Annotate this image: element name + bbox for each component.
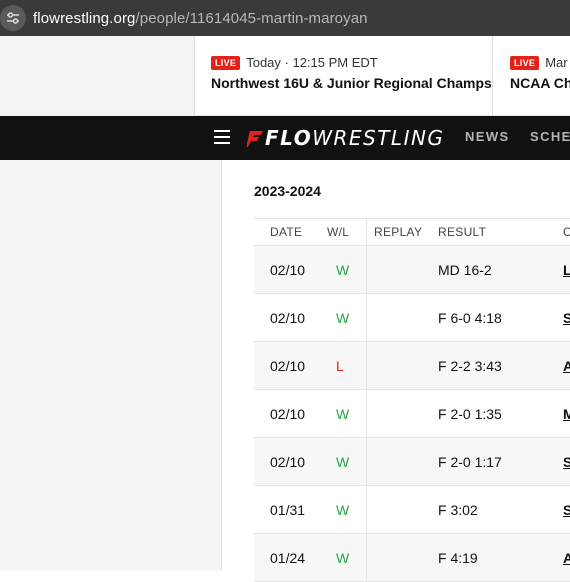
table-row[interactable]: 02/10 L F 2-2 3:43 A [254,342,570,390]
column-header-wl: W/L [327,225,350,239]
live-badge: LIVE [510,55,540,70]
flo-logo-mark-icon [247,131,263,147]
logo-bold-text: FLO [265,126,313,150]
url-host: flowrestling.org [33,9,136,27]
match-results-table: DATE W/L REPLAY RESULT O 02/10 W MD 16-2 L 0… [254,218,570,582]
tune-icon [7,12,19,24]
match-date: 02/10 [270,310,306,326]
nav-link-schedule[interactable]: SCHEI [530,129,570,144]
opponent-link[interactable]: A [563,358,570,374]
table-row[interactable]: 01/31 W F 3:02 S [254,486,570,534]
logo-light-text: WRESTLING [312,126,445,150]
table-row[interactable]: 02/10 W MD 16-2 L [254,246,570,294]
column-header-opponent: O [563,225,570,239]
match-date: 02/10 [270,262,306,278]
site-info-button[interactable] [0,5,26,31]
match-outcome: W [336,310,350,326]
event-title: Northwest 16U & Junior Regional Champs [211,75,492,91]
match-outcome: W [336,502,350,518]
column-header-result: RESULT [438,225,487,239]
match-outcome: W [336,454,350,470]
ticker-event-card[interactable]: LIVE Mar : NCAA Cha [510,36,570,116]
match-result: F 4:19 [438,550,478,566]
table-header-row: DATE W/L REPLAY RESULT O [254,219,570,246]
opponent-link[interactable]: A [563,550,570,566]
opponent-link[interactable]: M [563,406,570,422]
season-heading: 2023-2024 [254,183,321,199]
match-result: F 2-0 1:17 [438,454,502,470]
match-outcome: L [336,358,344,374]
ticker-spacer [0,36,195,116]
event-title: NCAA Cha [510,75,570,91]
browser-address-bar[interactable]: flowrestling.org/people/11614045-martin-… [0,0,570,36]
match-date: 02/10 [270,358,306,374]
opponent-link[interactable]: S [563,502,570,518]
live-badge: LIVE [211,55,241,70]
hamburger-menu-icon[interactable] [214,130,230,144]
table-row[interactable]: 02/10 W F 6-0 4:18 S [254,294,570,342]
site-navbar: FLOWRESTLING NEWS SCHEI [0,116,570,160]
match-result: MD 16-2 [438,262,492,278]
table-row[interactable]: 02/10 W F 2-0 1:35 M [254,390,570,438]
left-sidebar [0,160,222,570]
match-result: F 2-2 3:43 [438,358,502,374]
flowrestling-logo[interactable]: FLOWRESTLING [247,126,444,150]
url-text[interactable]: flowrestling.org/people/11614045-martin-… [33,10,368,27]
event-time: Mar : [545,55,570,70]
match-outcome: W [336,262,350,278]
column-header-date: DATE [270,225,303,239]
opponent-link[interactable]: S [563,310,570,326]
url-path: /people/11614045-martin-maroyan [135,9,368,27]
column-header-replay: REPLAY [374,225,423,239]
match-date: 01/31 [270,502,306,518]
opponent-link[interactable]: S [563,454,570,470]
event-time: Today · 12:15 PM EDT [246,55,378,70]
match-result: F 6-0 4:18 [438,310,502,326]
table-row[interactable]: 01/24 W F 4:19 A [254,534,570,582]
match-date: 01/24 [270,550,306,566]
opponent-link[interactable]: L [563,262,570,278]
match-result: F 2-0 1:35 [438,406,502,422]
match-outcome: W [336,550,350,566]
table-row[interactable]: 02/10 W F 2-0 1:17 S [254,438,570,486]
match-outcome: W [336,406,350,422]
nav-link-news[interactable]: NEWS [465,129,510,144]
match-date: 02/10 [270,454,306,470]
ticker-event-card[interactable]: LIVE Today · 12:15 PM EDT Northwest 16U … [211,36,493,116]
match-date: 02/10 [270,406,306,422]
match-result: F 3:02 [438,502,478,518]
event-ticker: LIVE Today · 12:15 PM EDT Northwest 16U … [0,36,570,116]
